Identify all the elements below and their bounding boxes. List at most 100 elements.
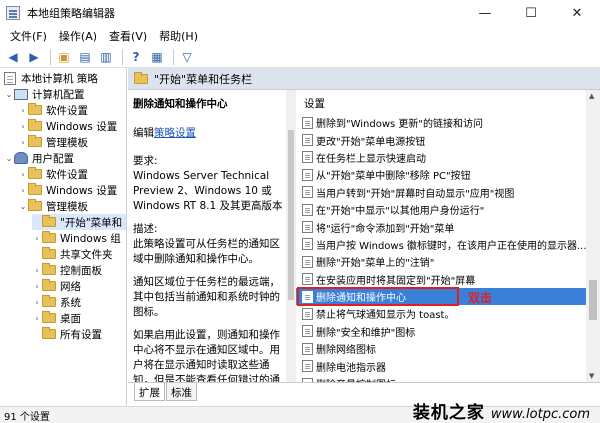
chevron-down-icon[interactable]: ⌄ (4, 154, 14, 163)
title-bar: 本地组策略编辑器 — ☐ ✕ (0, 0, 600, 26)
policy-setting-icon (302, 186, 313, 199)
window-controls: — ☐ ✕ (462, 0, 600, 26)
setting-row[interactable]: 删除音量控制图标 (296, 375, 586, 382)
back-arrow-icon[interactable]: ◀ (4, 48, 22, 66)
tree-item-uc-software[interactable]: › 软件设置 (18, 166, 88, 182)
setting-row[interactable]: 在任务栏上显示快速启动 (296, 149, 586, 166)
category-header: "开始"菜单和任务栏 (128, 68, 600, 90)
chevron-right-icon[interactable]: › (32, 282, 42, 291)
setting-row[interactable]: 在"开始"中显示"以其他用户身份运行" (296, 201, 586, 218)
setting-row[interactable]: 删除"开始"菜单上的"注销" (296, 253, 586, 270)
requirements-text: Windows Server Technical Preview 2、Windo… (133, 170, 283, 212)
edit-line: 编辑策略设置 (133, 125, 284, 140)
description-text-2: 通知区域位于任务栏的最远端，其中包括当前通知和系统时钟的图标。 (133, 276, 280, 318)
setting-row[interactable]: 删除电池指示器 (296, 357, 586, 374)
user-icon (14, 152, 28, 164)
chevron-right-icon[interactable]: › (18, 170, 28, 179)
tree-item-user-config[interactable]: ⌄ 用户配置 (4, 150, 74, 166)
chevron-right-icon[interactable]: › (32, 314, 42, 323)
close-button[interactable]: ✕ (554, 0, 600, 26)
tree-label: 软件设置 (46, 104, 88, 117)
edit-policy-link[interactable]: 策略设置 (154, 127, 196, 139)
setting-row[interactable]: 从"开始"菜单中删除"移除 PC"按钮 (296, 166, 586, 183)
scrollbar-thumb[interactable] (288, 130, 294, 300)
chevron-right-icon[interactable]: › (18, 122, 28, 131)
tree-label: 软件设置 (46, 168, 88, 181)
setting-row[interactable]: 在安装应用时将其固定到"开始"屏幕 (296, 271, 586, 288)
chevron-right-icon[interactable]: › (18, 106, 28, 115)
tree-item-all-settings[interactable]: 所有设置 (32, 326, 102, 342)
tree-label: 管理模板 (46, 200, 88, 213)
help-icon[interactable]: ? (127, 48, 145, 66)
settings-list: 设置 删除到"Windows 更新"的链接和访问 更改"开始"菜单电源按钮 在任务栏… (296, 90, 586, 382)
watermark-url: www.lotpc.com (490, 407, 590, 422)
toolbar-divider (173, 48, 174, 65)
folder-icon (42, 295, 56, 307)
setting-label: 将"运行"命令添加到"开始"菜单 (316, 223, 455, 235)
maximize-button[interactable]: ☐ (508, 0, 554, 26)
tree-label: 管理模板 (46, 136, 88, 149)
setting-row[interactable]: 当用户按 Windows 徽标键时，在该用户正在使用的显示器... (296, 236, 586, 253)
tree-item-computer-config[interactable]: ⌄ 计算机配置 (4, 86, 85, 102)
tree-item-desktop[interactable]: › 桌面 (32, 310, 81, 326)
menu-bar: 文件(F) 操作(A) 查看(V) 帮助(H) (0, 26, 600, 46)
setting-label: 在"开始"中显示"以其他用户身份运行" (316, 206, 485, 218)
show-hide-tree-icon[interactable]: ▤ (76, 48, 94, 66)
tree-item-root[interactable]: 本地计算机 策略 (4, 70, 98, 86)
menu-help[interactable]: 帮助(H) (153, 28, 204, 44)
scroll-up-icon[interactable]: ▲ (589, 92, 594, 100)
tab-extended[interactable]: 扩展 (134, 383, 165, 401)
description-text-3: 如果启用此设置，则通知和操作中心将不显示在通知区域中。用户将在显示通知时读取这些… (133, 329, 280, 382)
up-folder-icon[interactable]: ▣ (55, 48, 73, 66)
setting-row[interactable]: 删除"安全和维护"图标 (296, 323, 586, 340)
chevron-right-icon[interactable]: › (32, 234, 42, 243)
menu-action[interactable]: 操作(A) (53, 28, 103, 44)
tree-item-cc-software[interactable]: › 软件设置 (18, 102, 88, 118)
setting-row[interactable]: 删除网络图标 (296, 340, 586, 357)
setting-row[interactable]: 禁止将气球通知显示为 toast。 (296, 305, 586, 322)
settings-column-header[interactable]: 设置 (296, 92, 586, 114)
tree-label: 本地计算机 策略 (21, 72, 98, 85)
setting-row[interactable]: 将"运行"命令添加到"开始"菜单 (296, 218, 586, 235)
forward-arrow-icon[interactable]: ▶ (25, 48, 43, 66)
tree-item-control-panel[interactable]: › 控制面板 (32, 262, 102, 278)
minimize-button[interactable]: — (462, 0, 508, 26)
properties-icon[interactable]: ▦ (148, 48, 166, 66)
chevron-right-icon[interactable]: › (18, 138, 28, 147)
folder-icon (42, 215, 56, 227)
tree-pane: 本地计算机 策略 ⌄ 计算机配置 › 软件设置 › Windows 设置 › 管… (0, 68, 127, 406)
tree-item-shared-folders[interactable]: 共享文件夹 (32, 246, 113, 262)
setting-row[interactable]: 删除通知和操作中心 双击 (296, 286, 586, 306)
chevron-right-icon[interactable]: › (18, 186, 28, 195)
export-list-icon[interactable]: ▥ (97, 48, 115, 66)
scrollbar-thumb[interactable] (589, 280, 597, 320)
policy-setting-icon (302, 203, 313, 216)
tree-item-cc-admin[interactable]: › 管理模板 (18, 134, 88, 150)
tab-standard[interactable]: 标准 (166, 383, 197, 401)
setting-row[interactable]: 删除到"Windows 更新"的链接和访问 (296, 114, 586, 131)
setting-row[interactable]: 更改"开始"菜单电源按钮 (296, 131, 586, 148)
tree-item-uc-admin[interactable]: ⌄ 管理模板 (18, 198, 88, 214)
description-scrollbar[interactable] (286, 90, 296, 382)
tree-item-start-taskbar[interactable]: "开始"菜单和 (32, 214, 126, 230)
policy-doc-icon (4, 71, 16, 85)
menu-view[interactable]: 查看(V) (103, 28, 153, 44)
chevron-down-icon[interactable]: ⌄ (4, 90, 14, 99)
policy-setting-icon (302, 360, 313, 373)
chevron-right-icon[interactable]: › (32, 298, 42, 307)
tree-item-system[interactable]: › 系统 (32, 294, 81, 310)
tree-item-windows-components[interactable]: › Windows 组 (32, 230, 121, 246)
menu-file[interactable]: 文件(F) (4, 28, 53, 44)
scroll-down-icon[interactable]: ▼ (589, 372, 594, 380)
settings-scrollbar[interactable]: ▲ ▼ (586, 90, 600, 382)
tree-item-network[interactable]: › 网络 (32, 278, 81, 294)
tree-item-uc-windows[interactable]: › Windows 设置 (18, 182, 117, 198)
filter-icon[interactable]: ▽ (178, 48, 196, 66)
chevron-right-icon[interactable]: › (32, 266, 42, 275)
tree-item-cc-windows[interactable]: › Windows 设置 (18, 118, 117, 134)
setting-label: 禁止将气球通知显示为 toast。 (316, 310, 455, 322)
folder-icon (42, 231, 56, 243)
setting-row[interactable]: 当用户转到"开始"屏幕时自动显示"应用"视图 (296, 184, 586, 201)
chevron-down-icon[interactable]: ⌄ (18, 202, 28, 211)
setting-label: 从"开始"菜单中删除"移除 PC"按钮 (316, 171, 471, 183)
